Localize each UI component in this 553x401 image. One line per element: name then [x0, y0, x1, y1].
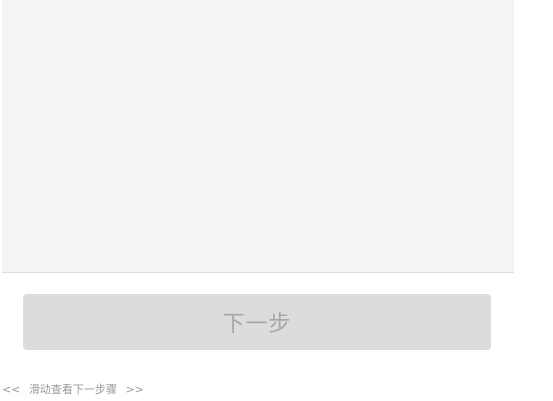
swipe-hint: << 滑动查看下一步骤 >> [2, 381, 149, 397]
next-button-label: 下一步 [222, 312, 292, 337]
swipe-right-arrows: >> [125, 383, 144, 396]
divider [2, 272, 514, 273]
next-button[interactable]: 下一步 [23, 294, 491, 350]
swipe-hint-text: 滑动查看下一步骤 [28, 383, 117, 396]
content-panel [2, 0, 514, 272]
swipe-left-arrows: << [2, 383, 21, 396]
